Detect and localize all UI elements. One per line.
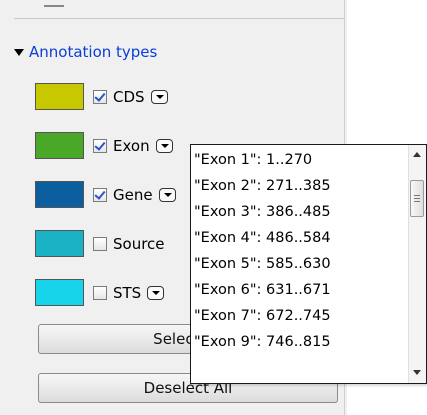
exon-list-item[interactable]: "Exon 4": 486..584 [191, 225, 409, 251]
annotation-row-cds: CDS [35, 82, 168, 111]
exon-list-item[interactable]: "Exon 5": 585..630 [191, 251, 409, 277]
annotation-row-source: Source [35, 229, 171, 258]
color-swatch[interactable] [35, 132, 84, 159]
exon-list-item[interactable]: "Exon 7": 672..745 [191, 303, 409, 329]
chevron-down-icon [160, 143, 169, 148]
chevron-down-icon [155, 94, 164, 99]
annotation-row-exon: Exon [35, 131, 173, 160]
annotation-dropdown-button[interactable] [155, 138, 173, 153]
exon-list-item[interactable]: "Exon 3": 386..485 [191, 199, 409, 225]
grip-line [414, 198, 420, 199]
collapse-triangle-icon[interactable] [14, 49, 24, 56]
annotation-label: Gene [113, 185, 153, 204]
annotation-dropdown-button[interactable] [158, 187, 176, 202]
popup-scrollbar[interactable] [408, 145, 426, 383]
visibility-checkbox[interactable] [93, 138, 107, 153]
chevron-down-icon [152, 290, 161, 295]
visibility-checkbox[interactable] [93, 236, 107, 251]
color-swatch[interactable] [35, 83, 84, 110]
visibility-checkbox[interactable] [93, 89, 107, 104]
visibility-checkbox[interactable] [93, 187, 107, 202]
exon-list-item[interactable]: "Exon 9": 746..815 [191, 329, 409, 355]
check-icon [94, 187, 106, 200]
annotation-row-sts: STS [35, 278, 165, 307]
annotation-label: STS [113, 283, 142, 302]
exon-list: "Exon 1": 1..270 "Exon 2": 271..385 "Exo… [191, 147, 409, 355]
grip-line [414, 195, 420, 196]
annotation-label: Exon [113, 136, 150, 155]
scrollbar-thumb[interactable] [410, 180, 424, 217]
visibility-checkbox[interactable] [93, 285, 107, 300]
color-swatch[interactable] [35, 279, 84, 306]
exon-dropdown-popup: "Exon 1": 1..270 "Exon 2": 271..385 "Exo… [190, 144, 427, 384]
check-icon [94, 89, 106, 102]
color-swatch[interactable] [35, 230, 84, 257]
exon-list-item[interactable]: "Exon 6": 631..671 [191, 277, 409, 303]
color-swatch[interactable] [35, 181, 84, 208]
annotation-label: CDS [113, 87, 145, 106]
scroll-down-arrow-icon[interactable] [413, 370, 421, 375]
annotation-types-header[interactable]: Annotation types [14, 41, 157, 63]
top-divider-stub [44, 5, 64, 7]
chevron-down-icon [163, 192, 172, 197]
section-separator [14, 18, 344, 19]
exon-list-item[interactable]: "Exon 2": 271..385 [191, 173, 409, 199]
section-title[interactable]: Annotation types [29, 43, 157, 61]
annotation-dropdown-button[interactable] [147, 285, 165, 300]
grip-line [414, 201, 420, 202]
scroll-up-arrow-icon[interactable] [413, 152, 421, 157]
annotation-label: Source [113, 234, 165, 253]
exon-list-item[interactable]: "Exon 1": 1..270 [191, 147, 409, 173]
annotation-dropdown-button[interactable] [150, 89, 168, 104]
check-icon [94, 138, 106, 151]
annotation-row-gene: Gene [35, 180, 176, 209]
